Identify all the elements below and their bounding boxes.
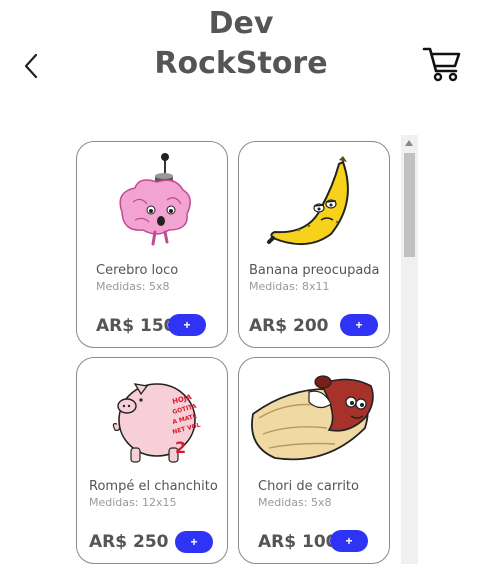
add-to-cart-button[interactable]: +	[340, 314, 378, 336]
scrollbar-thumb[interactable]	[404, 153, 415, 257]
add-to-cart-button[interactable]: +	[330, 530, 368, 552]
brain-sticker-image	[119, 153, 191, 246]
title-line-2: RockStore	[154, 46, 328, 81]
shopping-cart-icon[interactable]	[422, 45, 462, 83]
piggy-bank-sticker-image: HOJA GOTITA A MATE NET VOL 2	[112, 383, 201, 463]
svg-text:2: 2	[175, 438, 186, 457]
product-price: AR$ 200	[249, 316, 329, 336]
product-card[interactable]: Chori de carrito Medidas: 5x8 AR$ 100 +	[238, 357, 390, 564]
app-header: Dev RockStore	[0, 0, 487, 100]
product-measures: Medidas: 5x8	[96, 280, 170, 293]
page-title: Dev RockStore	[141, 4, 341, 84]
chevron-left-icon[interactable]	[20, 52, 44, 80]
product-measures: Medidas: 5x8	[258, 496, 332, 509]
title-line-1: Dev	[208, 6, 274, 41]
banana-sticker-image	[267, 156, 349, 245]
product-name: Rompé el chanchito	[89, 479, 218, 494]
product-name: Banana preocupada	[249, 263, 380, 278]
product-card[interactable]: HOJA GOTITA A MATE NET VOL 2 Rompé el ch…	[76, 357, 228, 564]
scroll-up-arrow-icon[interactable]	[405, 140, 413, 146]
product-card[interactable]: Cerebro loco Medidas: 5x8 AR$ 150 +	[76, 141, 228, 348]
product-name: Chori de carrito	[258, 479, 359, 494]
product-measures: Medidas: 8x11	[249, 280, 330, 293]
product-price: AR$ 250	[89, 532, 169, 552]
product-measures: Medidas: 12x15	[89, 496, 177, 509]
add-to-cart-button[interactable]: +	[175, 531, 213, 553]
vertical-scrollbar[interactable]	[401, 135, 418, 564]
product-name: Cerebro loco	[96, 263, 179, 278]
product-card[interactable]: Banana preocupada Medidas: 8x11 AR$ 200 …	[238, 141, 390, 348]
choripan-sticker-image	[251, 375, 374, 461]
product-price: AR$ 150	[96, 316, 176, 336]
add-to-cart-button[interactable]: +	[168, 314, 206, 336]
product-price: AR$ 100	[258, 532, 338, 552]
